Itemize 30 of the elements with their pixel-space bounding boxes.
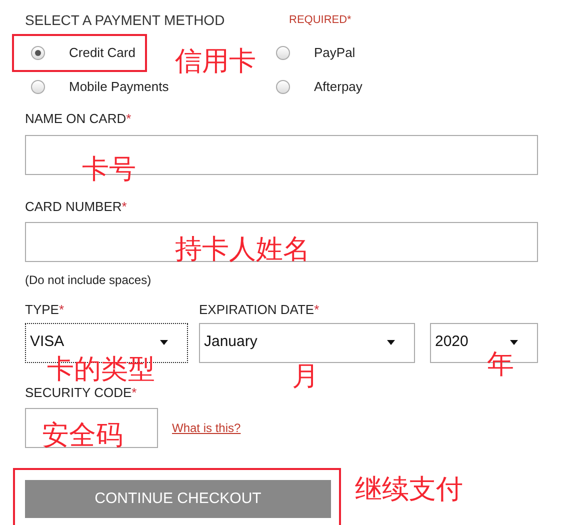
radio-label[interactable]: Afterpay <box>314 77 362 97</box>
annotation-text: 继续支付 <box>355 473 463 506</box>
checkout-button[interactable]: CONTINUE CHECKOUT <box>25 480 331 518</box>
caret-icon <box>510 340 518 345</box>
field-label: EXPIRATION DATE* <box>199 301 320 319</box>
radio-button[interactable] <box>276 46 290 60</box>
input-field[interactable] <box>25 408 158 448</box>
radio-button[interactable] <box>31 46 45 60</box>
section-heading: SELECT A PAYMENT METHOD <box>25 10 226 30</box>
field-label: TYPE* <box>25 301 66 319</box>
annotation-text: 卡号 <box>82 153 136 186</box>
required-note: REQUIRED* <box>289 12 352 28</box>
radio-label[interactable]: Mobile Payments <box>69 77 169 97</box>
radio-label[interactable]: Credit Card <box>69 43 136 63</box>
input-field[interactable] <box>25 222 538 262</box>
annotation-text: 安全码 <box>42 419 123 452</box>
hint-text: (Do not include spaces) <box>25 272 152 289</box>
radio-button[interactable] <box>31 80 45 94</box>
field-label: CARD NUMBER* <box>25 198 128 216</box>
radio-button[interactable] <box>276 80 290 94</box>
field-label: SECURITY CODE* <box>25 384 138 402</box>
caret-icon <box>160 340 168 345</box>
help-link[interactable]: What is this? <box>172 419 241 437</box>
dropdown[interactable]: January <box>199 322 415 362</box>
caret-icon <box>387 340 395 345</box>
radio-label[interactable]: PayPal <box>314 43 356 63</box>
annotation-text: 信用卡 <box>175 45 256 78</box>
field-label: NAME ON CARD* <box>25 110 132 128</box>
annotation-text: 持卡人姓名 <box>175 233 310 266</box>
annotation-text: 月 <box>292 360 319 393</box>
